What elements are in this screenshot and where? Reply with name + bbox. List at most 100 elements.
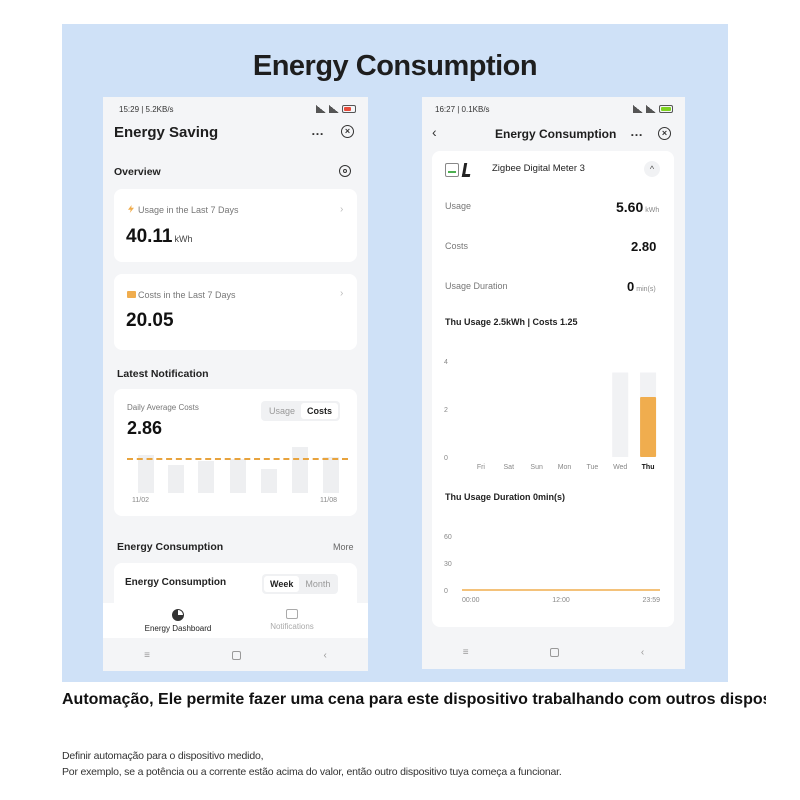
pie-chart-icon (172, 609, 184, 621)
latest-notification-heading: Latest Notification (117, 368, 209, 380)
toggle-usage[interactable]: Usage (263, 403, 301, 419)
costs-value: 20.05 (126, 310, 174, 331)
tab-label: Energy Dashboard (144, 624, 212, 633)
y-tick-label: 30 (444, 561, 452, 568)
usage-card[interactable]: Usage in the Last 7 Days › 40.11 kWh (114, 189, 357, 262)
menu-icon[interactable]: ≡ (463, 647, 469, 658)
average-line (127, 458, 348, 460)
costs-card[interactable]: Costs in the Last 7 Days › 20.05 (114, 274, 357, 350)
energy-consumption-heading: Energy Consumption (117, 541, 224, 553)
x-tick-label: Sun (530, 464, 543, 471)
phone-energy-saving: 15:29 | 5.2KB/s Energy Saving … × Overvi… (103, 97, 368, 671)
status-icons (633, 104, 673, 113)
usage-label: Usage (445, 201, 472, 211)
phone-energy-consumption: 16:27 | 0.1KB/s ‹ Energy Consumption … ×… (422, 97, 685, 669)
x-tick-label: Wed (613, 464, 627, 471)
meter-icon (445, 163, 459, 177)
daily-bar (292, 447, 308, 493)
banner-title: Energy Consumption (252, 50, 538, 82)
energy-card-title: Energy Consumption (125, 577, 227, 588)
bolt-icon (128, 205, 134, 213)
bar-thu (640, 397, 657, 457)
status-icons (316, 104, 356, 113)
more-icon[interactable]: … (311, 124, 324, 138)
caption-line-2: Por exemplo, se a potência ou a corrente… (62, 766, 562, 778)
chart1-title: Thu Usage 2.5kWh | Costs 1.25 (445, 317, 578, 327)
daily-bar (230, 459, 246, 493)
week-month-toggle[interactable]: Week Month (262, 574, 339, 594)
signal-icon (646, 104, 656, 113)
page-title: Energy Saving (114, 124, 219, 141)
collapse-icon[interactable]: ^ (644, 161, 660, 177)
overview-heading: Overview (114, 166, 161, 178)
costs-value: 2.80 (631, 239, 657, 254)
usage-bar-chart: 0 2 4 Fri Sat Sun Mon Tue Wed Thu (444, 359, 657, 471)
home-icon[interactable] (232, 650, 242, 660)
status-time: 15:29 | 5.2KB/s (119, 105, 174, 114)
signal-icon (316, 104, 326, 113)
message-icon (286, 609, 298, 619)
back-icon[interactable]: ‹ (641, 647, 644, 658)
y-tick-label: 2 (444, 407, 448, 414)
caption-line-1: Definir automação para o dispositivo med… (62, 750, 264, 762)
usage-value: 5.60 kWh (616, 199, 660, 215)
daily-bar (323, 457, 339, 493)
duration-line-chart: 0 30 60 00:00 12:00 23:59 (444, 534, 660, 604)
signal-icon (633, 104, 643, 113)
y-tick-label: 0 (444, 455, 448, 462)
back-arrow-icon[interactable]: ‹ (432, 125, 437, 139)
usage-costs-toggle[interactable]: Usage Costs (261, 401, 341, 421)
usage-label: Usage in the Last 7 Days (138, 205, 239, 215)
tab-notifications[interactable]: Notifications (255, 609, 329, 631)
device-detail-card: Zigbee Digital Meter 3 ^ Usage 5.60 kWh C… (432, 151, 674, 627)
chart2-title: Thu Usage Duration 0min(s) (445, 492, 566, 502)
more-icon[interactable]: … (630, 125, 643, 139)
caption-body: Definir automação para o dispositivo med… (62, 748, 562, 780)
caption-title: Automação, Ele permite fazer uma cena pa… (62, 691, 766, 708)
status-time: 16:27 | 0.1KB/s (435, 105, 490, 114)
x-tick-label: 23:59 (642, 597, 660, 604)
page-title: Energy Consumption (495, 127, 617, 141)
x-tick-label: 12:00 (552, 597, 570, 604)
duration-label: Usage Duration (445, 281, 508, 291)
close-icon[interactable]: × (341, 125, 354, 138)
costs-label: Costs in the Last 7 Days (138, 290, 236, 300)
signal-icon (329, 104, 339, 113)
costs-label: Costs (445, 241, 469, 251)
settings-icon[interactable] (339, 165, 351, 177)
daily-bar (168, 465, 184, 493)
tab-label: Notifications (270, 622, 314, 631)
battery-icon (659, 104, 673, 113)
x-tick-label: Mon (558, 464, 572, 471)
toggle-month[interactable]: Month (299, 576, 336, 592)
daily-bar (261, 469, 277, 493)
system-nav-bar: ≡ ‹ (103, 638, 368, 671)
toggle-week[interactable]: Week (264, 576, 300, 592)
more-link[interactable]: More (333, 542, 354, 552)
y-tick-label: 60 (444, 534, 452, 541)
notification-card: Daily Average Costs 2.86 Usage Costs 11/… (114, 389, 357, 516)
x-tick-label: Thu (642, 464, 655, 471)
duration-value: 0 min(s) (627, 279, 656, 294)
x-tick-label: 00:00 (462, 597, 480, 604)
x-tick-label: Fri (477, 464, 486, 471)
toggle-costs[interactable]: Costs (301, 403, 339, 419)
x-tick-label: Sat (504, 464, 515, 471)
x-start-label: 11/02 (132, 497, 149, 504)
chevron-right-icon: › (340, 204, 344, 215)
tab-energy-dashboard[interactable]: Energy Dashboard (139, 609, 217, 633)
system-nav-bar: ≡ ‹ (422, 635, 685, 669)
plug-icon (461, 163, 473, 177)
menu-icon[interactable]: ≡ (144, 650, 150, 661)
y-tick-label: 4 (444, 359, 448, 366)
daily-bar (138, 455, 154, 493)
x-tick-label: Tue (586, 464, 598, 471)
close-icon[interactable]: × (658, 127, 671, 140)
wallet-icon (127, 291, 136, 298)
battery-icon (342, 104, 356, 113)
bar-background (612, 372, 629, 457)
daily-bar (198, 461, 214, 493)
back-icon[interactable]: ‹ (324, 650, 327, 661)
home-icon[interactable] (550, 647, 560, 657)
daily-average-label: Daily Average Costs (127, 403, 199, 412)
